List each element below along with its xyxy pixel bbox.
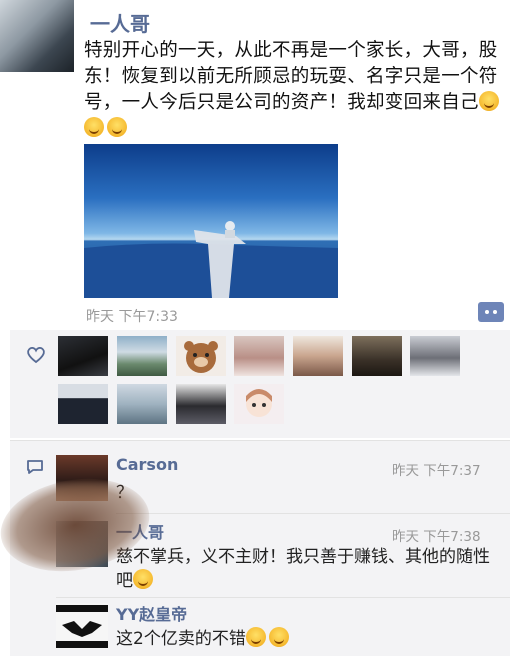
- comment-text-content: 慈不掌兵，义不主财！我只善于赚钱、其他的随性吧: [116, 547, 490, 591]
- like-avatar-movie-poster[interactable]: [352, 336, 402, 376]
- smile-emoji-icon: [245, 627, 266, 647]
- post-text: 特别开心的一天，从此不再是一个家长，大哥，股东！恢复到以前无所顾忌的玩耍、名字只…: [84, 38, 504, 142]
- like-avatar-girl-selfie[interactable]: [234, 336, 284, 376]
- comment-action-button[interactable]: [478, 302, 504, 322]
- grin-emoji-icon: [107, 117, 127, 137]
- heart-icon: [27, 347, 45, 364]
- comment-author[interactable]: Carson: [116, 455, 178, 474]
- like-avatar-girl-baby[interactable]: [293, 336, 343, 376]
- post-image[interactable]: [84, 144, 338, 298]
- divider: [56, 597, 510, 598]
- like-avatar-anime-couple[interactable]: [176, 384, 226, 424]
- comment-icon: [27, 460, 43, 474]
- divider: [116, 513, 510, 514]
- like-avatar-man-suit[interactable]: [58, 384, 108, 424]
- like-avatar-cartoon-girl[interactable]: [234, 384, 284, 424]
- comment-time: 昨天 下午7:37: [392, 463, 481, 479]
- likes-panel: [10, 330, 510, 438]
- author-avatar[interactable]: [0, 0, 74, 72]
- comment-author[interactable]: YY赵皇帝: [116, 601, 187, 625]
- laugh-emoji-icon: [133, 569, 153, 589]
- like-avatar-woman-portrait[interactable]: [410, 336, 460, 376]
- comment-text-content: 这2个亿卖的不错: [116, 629, 246, 649]
- comment-text: 慈不掌兵，义不主财！我只善于赚钱、其他的随性吧: [116, 545, 506, 593]
- like-avatar-bear-cartoon[interactable]: [176, 336, 226, 376]
- like-avatar-landscape[interactable]: [117, 336, 167, 376]
- like-avatar-man-dark[interactable]: [58, 336, 108, 376]
- grin-emoji-icon: [478, 91, 499, 111]
- author-name[interactable]: 一人哥: [90, 8, 150, 37]
- comment-text: 这2个亿卖的不错: [116, 627, 292, 651]
- like-avatar-lake-view[interactable]: [117, 384, 167, 424]
- post-time: 昨天 下午7:33: [86, 309, 178, 325]
- comment-avatar-yy[interactable]: [56, 603, 108, 649]
- grin-emoji-icon: [84, 117, 104, 137]
- smile-emoji-icon: [268, 627, 289, 647]
- comment-time: 昨天 下午7:38: [392, 529, 481, 545]
- post-text-content: 特别开心的一天，从此不再是一个家长，大哥，股东！恢复到以前无所顾忌的玩耍、名字只…: [84, 40, 498, 113]
